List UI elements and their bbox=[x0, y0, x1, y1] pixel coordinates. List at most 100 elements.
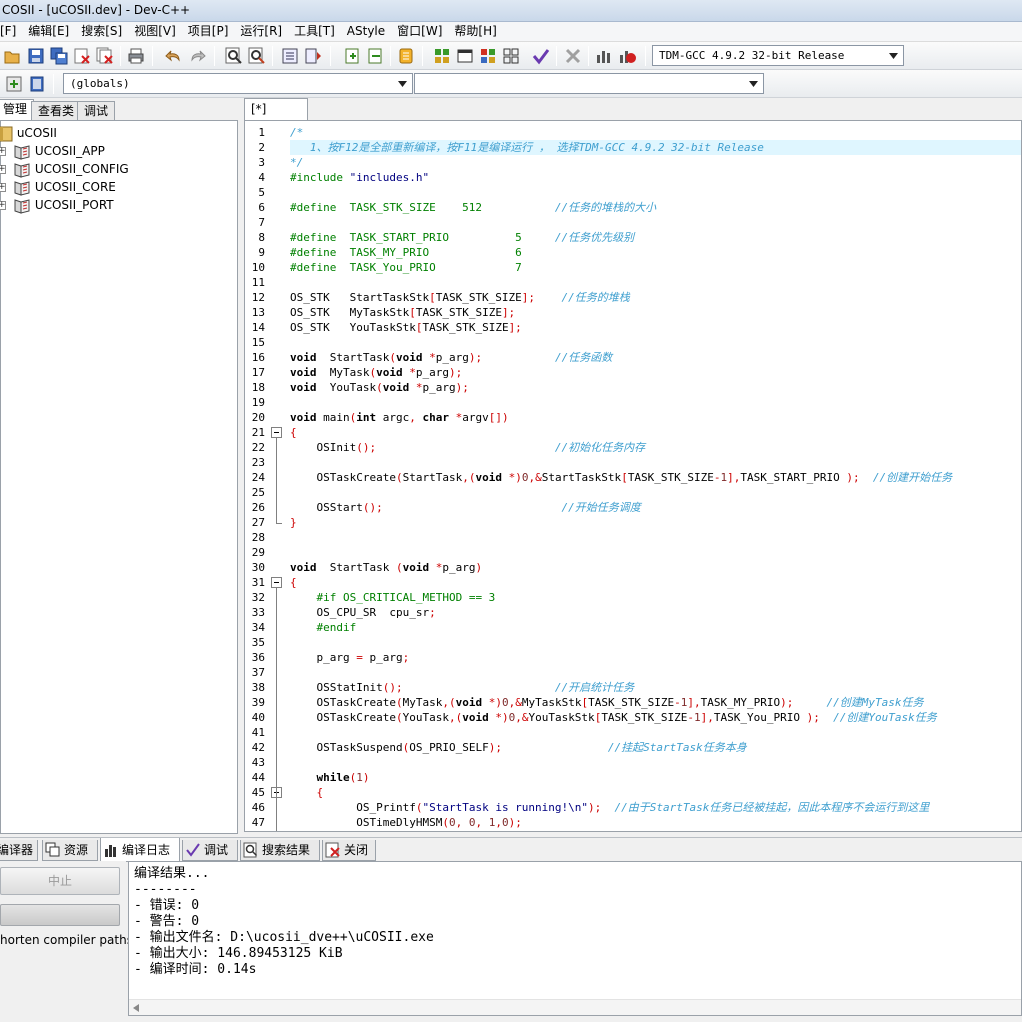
compile-log-output[interactable]: 编译结果... -------- - 错误: 0 - 警告: 0 - 输出文件名… bbox=[128, 861, 1022, 1016]
code-line[interactable]: OSInit(); //初始化任务内存 bbox=[290, 440, 645, 455]
syntax-check-icon[interactable] bbox=[531, 46, 551, 66]
code-line[interactable]: void StartTask(void *p_arg); //任务函数 bbox=[290, 350, 612, 365]
menu-file[interactable]: [F] bbox=[0, 22, 23, 41]
menu-search[interactable]: 搜索[S] bbox=[76, 22, 129, 41]
menu-project[interactable]: 项目[P] bbox=[183, 22, 236, 41]
project-options-icon[interactable] bbox=[396, 46, 416, 66]
code-line[interactable]: } bbox=[290, 515, 297, 530]
scope-select[interactable]: (globals) bbox=[63, 73, 413, 94]
code-line[interactable]: OS_STK StartTaskStk[TASK_STK_SIZE]; //任务… bbox=[290, 290, 630, 305]
code-line[interactable]: OSStatInit(); //开启统计任务 bbox=[290, 680, 634, 695]
code-line[interactable]: while(1) bbox=[290, 770, 370, 785]
insert-icon[interactable] bbox=[4, 74, 24, 94]
code-line[interactable]: OSTaskCreate(YouTask,(void *)0,&YouTaskS… bbox=[290, 710, 936, 725]
code-line[interactable]: OS_STK MyTaskStk[TASK_STK_SIZE]; bbox=[290, 305, 515, 320]
code-editor[interactable]: 1 2 3 4 5 6 7 8 9 10 11 12 13 14 15 16 17 18 19 20 21 22 23 24 2… bbox=[244, 120, 1022, 832]
code-line[interactable]: #define TASK_START_PRIO 5 //任务优先级别 bbox=[290, 230, 634, 245]
code-line[interactable]: #endif bbox=[290, 620, 357, 635]
function-select[interactable] bbox=[414, 73, 764, 94]
tab-debug[interactable]: 调试 bbox=[77, 101, 116, 120]
tab-search-results[interactable]: 搜索结果 bbox=[240, 840, 320, 861]
close-all-icon[interactable] bbox=[95, 46, 115, 66]
new-file-icon[interactable] bbox=[342, 46, 362, 66]
run-icon[interactable] bbox=[455, 46, 475, 66]
code-line[interactable]: /* bbox=[290, 125, 303, 140]
code-line[interactable]: { bbox=[290, 785, 324, 800]
compiler-select[interactable]: TDM-GCC 4.9.2 32-bit Release bbox=[652, 45, 904, 66]
expand-icon[interactable]: + bbox=[0, 165, 6, 174]
code-line[interactable]: OS_Printf("StartTask is running!\n"); //… bbox=[290, 800, 929, 815]
code-line[interactable]: OSTaskSuspend(OS_PRIO_SELF); //挂起StartTa… bbox=[290, 740, 746, 755]
code-line[interactable]: void main(int argc, char *argv[]) bbox=[290, 410, 509, 425]
rebuild-all-icon[interactable] bbox=[501, 46, 521, 66]
tab-debug-output[interactable]: 调试 bbox=[182, 840, 238, 861]
stop-button[interactable]: 中止 bbox=[0, 867, 120, 895]
chevron-down-icon[interactable] bbox=[395, 76, 410, 91]
expand-icon[interactable]: + bbox=[0, 201, 6, 210]
code-line[interactable]: #define TASK_STK_SIZE 512 //任务的堆栈的大小 bbox=[290, 200, 656, 215]
tab-compiler[interactable]: 编译器 bbox=[0, 840, 38, 861]
code-line[interactable]: #define TASK_MY_PRIO 6 bbox=[290, 245, 522, 260]
code-line[interactable]: #if OS_CRITICAL_METHOD == 3 bbox=[290, 590, 496, 605]
stop-execution-icon[interactable] bbox=[563, 46, 583, 66]
print-icon[interactable] bbox=[126, 46, 146, 66]
tab-compile-log[interactable]: 编译日志 bbox=[100, 838, 180, 862]
code-line[interactable]: 1、按F12是全部重新编译，按F11是编译运行 ， 选择TDM-GCC 4.9.… bbox=[290, 140, 1021, 155]
code-line[interactable]: { bbox=[290, 425, 297, 440]
tree-item-ucosii-config[interactable]: + UCOSII_CONFIG bbox=[0, 160, 129, 178]
profile-chart-icon[interactable] bbox=[594, 46, 614, 66]
tab-close[interactable]: 关闭 bbox=[322, 840, 376, 861]
code-line[interactable]: OSTaskCreate(StartTask,(void *)0,&StartT… bbox=[290, 470, 952, 485]
menu-window[interactable]: 窗口[W] bbox=[392, 22, 449, 41]
replace-icon[interactable] bbox=[247, 46, 267, 66]
code-line[interactable]: { bbox=[290, 575, 297, 590]
fold-collapse-icon[interactable] bbox=[271, 577, 282, 588]
toggle-bookmark-icon[interactable] bbox=[27, 74, 47, 94]
unindent-icon[interactable] bbox=[303, 46, 323, 66]
compile-icon[interactable] bbox=[432, 46, 452, 66]
fold-collapse-icon[interactable] bbox=[271, 427, 282, 438]
code-line[interactable]: */ bbox=[290, 155, 303, 170]
save-icon[interactable] bbox=[26, 46, 46, 66]
compile-run-icon[interactable] bbox=[478, 46, 498, 66]
code-line[interactable]: p_arg = p_arg; bbox=[290, 650, 409, 665]
close-file-icon[interactable] bbox=[72, 46, 92, 66]
code-line[interactable]: OSStart(); //开始任务调度 bbox=[290, 500, 640, 515]
tree-root[interactable]: uCOSII bbox=[0, 124, 57, 142]
shorten-compiler-paths-option[interactable]: horten compiler paths bbox=[0, 933, 133, 947]
menu-astyle[interactable]: AStyle bbox=[342, 22, 392, 41]
menu-help[interactable]: 帮助[H] bbox=[449, 22, 503, 41]
code-line[interactable]: void YouTask(void *p_arg); bbox=[290, 380, 469, 395]
chevron-down-icon[interactable] bbox=[746, 76, 761, 91]
remove-file-icon[interactable] bbox=[365, 46, 385, 66]
tree-item-ucosii-port[interactable]: + UCOSII_PORT bbox=[0, 196, 114, 214]
save-all-icon[interactable] bbox=[49, 46, 69, 66]
code-line[interactable]: #define TASK_You_PRIO 7 bbox=[290, 260, 522, 275]
tab-classes[interactable]: 查看类 bbox=[31, 101, 82, 120]
find-icon[interactable] bbox=[224, 46, 244, 66]
code-line[interactable]: void StartTask (void *p_arg) bbox=[290, 560, 482, 575]
tab-project[interactable]: 管理 bbox=[0, 99, 35, 120]
code-line[interactable]: OS_STK YouTaskStk[TASK_STK_SIZE]; bbox=[290, 320, 522, 335]
code-line[interactable]: void MyTask(void *p_arg); bbox=[290, 365, 462, 380]
menu-tools[interactable]: 工具[T] bbox=[289, 22, 342, 41]
menu-run[interactable]: 运行[R] bbox=[235, 22, 289, 41]
scroll-left-icon[interactable] bbox=[133, 1004, 139, 1012]
tab-resources[interactable]: 资源 bbox=[42, 840, 98, 861]
redo-icon[interactable] bbox=[187, 46, 207, 66]
expand-icon[interactable]: + bbox=[0, 147, 6, 156]
code-line[interactable]: OSTaskCreate(MyTask,(void *)0,&MyTaskStk… bbox=[290, 695, 923, 710]
code-line[interactable]: #include "includes.h" bbox=[290, 170, 429, 185]
code-line[interactable]: OSTimeDlyHMSM(0, 0, 1,0); bbox=[290, 815, 522, 830]
indent-icon[interactable] bbox=[280, 46, 300, 66]
menu-view[interactable]: 视图[V] bbox=[129, 22, 183, 41]
tree-item-ucosii-core[interactable]: + UCOSII_CORE bbox=[0, 178, 116, 196]
editor-tab-main-c[interactable]: [*] main.c bbox=[244, 98, 308, 137]
menu-edit[interactable]: 编辑[E] bbox=[23, 22, 76, 41]
open-project-icon[interactable] bbox=[2, 46, 22, 66]
tree-item-ucosii-app[interactable]: + UCOSII_APP bbox=[0, 142, 105, 160]
horizontal-scrollbar[interactable] bbox=[129, 999, 1021, 1015]
delete-profile-icon[interactable] bbox=[617, 46, 637, 66]
code-line[interactable]: OS_CPU_SR cpu_sr; bbox=[290, 605, 435, 620]
undo-icon[interactable] bbox=[164, 46, 184, 66]
